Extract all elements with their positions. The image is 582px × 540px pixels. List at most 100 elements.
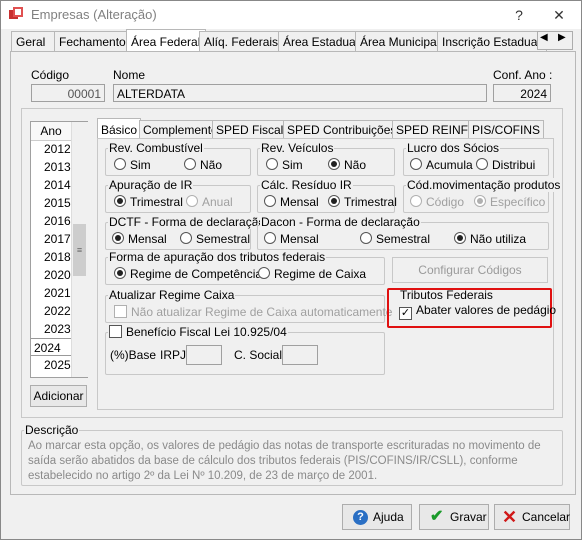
nome-value: ALTERDATA [117, 87, 186, 101]
codigo-label: Código [31, 68, 70, 82]
tab-inscricao-estadual[interactable]: Inscrição Estadual S [437, 31, 547, 52]
subtab-complemento[interactable]: Complemento [139, 120, 218, 139]
tributos-federais-group: Tributos Federais ✓ Abater valores de ped… [387, 288, 556, 328]
apuracao-ir-trimestral[interactable]: Trimestral [114, 195, 183, 209]
abater-pedagio-checkbox[interactable]: ✓ Abater valores de pedágio [399, 303, 556, 320]
tab-area-estadual[interactable]: Área Estadual [278, 31, 358, 52]
dacon-group: Dacon - Forma de declaração Mensal Semes… [257, 215, 549, 250]
radio-label: Mensal [128, 232, 167, 246]
subtab-pis-cofins[interactable]: PIS/COFINS [468, 120, 544, 139]
subtab-label: PIS/COFINS [472, 123, 541, 137]
subtab-sped-contribuicoes[interactable]: SPED Contribuições [283, 120, 397, 139]
conf-ano-field: 2024 [493, 84, 551, 102]
calc-residuo-ir-label: Cálc. Resíduo IR [260, 178, 353, 192]
dacon-mensal[interactable]: Mensal [264, 232, 319, 246]
lucro-socios-acumula[interactable]: Acumula [410, 158, 473, 172]
tab-scroll-right-icon[interactable]: ▶ [558, 32, 566, 43]
tab-area-municipal[interactable]: Área Municipal [355, 31, 440, 52]
ajuda-button[interactable]: ? Ajuda [342, 504, 412, 530]
rev-veiculos-sim[interactable]: Sim [266, 158, 303, 172]
subtab-sped-reinf[interactable]: SPED REINF [392, 120, 469, 139]
sub-tabs: Básico Complemento SPED Fiscal SPED Cont… [97, 118, 547, 139]
rev-combustivel-label: Rev. Combustível [108, 141, 204, 155]
gravar-label: Gravar [450, 510, 487, 524]
cancelar-label: Cancelar [522, 510, 571, 524]
forma-apuracao-competencia[interactable]: Regime de Competência [114, 267, 262, 281]
gravar-button[interactable]: ✔ Gravar [419, 504, 489, 530]
tab-aliq-federais[interactable]: Alíq. Federais [199, 31, 280, 52]
radio-selected-icon [454, 232, 466, 244]
checkbox-label: Abater valores de pedágio [416, 303, 557, 317]
configurar-codigos-button[interactable]: Configurar Códigos [392, 257, 548, 283]
year-row-2025[interactable]: 2025 [31, 356, 71, 374]
radio-icon [184, 158, 196, 170]
radio-icon [258, 267, 270, 279]
subtab-sped-fiscal[interactable]: SPED Fiscal [212, 120, 284, 139]
radio-label: Acumula [426, 158, 473, 172]
scrollbar-thumb[interactable]: ≡ [73, 224, 86, 276]
year-row-2016[interactable]: 2016 [31, 212, 71, 230]
radio-label: Não [200, 158, 223, 172]
year-row-2021[interactable]: 2021 [31, 284, 71, 302]
radio-label: Código [426, 195, 465, 209]
tab-geral[interactable]: Geral [11, 31, 55, 52]
rev-veiculos-nao[interactable]: Não [328, 158, 366, 172]
irpj-field [186, 345, 222, 365]
adicionar-button[interactable]: Adicionar [30, 385, 87, 407]
tab-label: Área Federal [131, 35, 201, 49]
calc-residuo-ir-trimestral[interactable]: Trimestral [328, 195, 397, 209]
subtab-label: SPED REINF [396, 123, 469, 137]
codigo-value: 00001 [67, 87, 101, 101]
year-row-2018[interactable]: 2018 [31, 248, 71, 266]
year-row-2020[interactable]: 2020 [31, 266, 71, 284]
nao-atualizar-regime-checkbox: Não atualizar Regime de Caixa automatica… [114, 305, 392, 319]
dctf-semestral[interactable]: Semestral [180, 232, 250, 246]
year-row-2022[interactable]: 2022 [31, 302, 71, 320]
tab-scroll-left-icon[interactable]: ◀ [540, 32, 548, 43]
dctf-mensal[interactable]: Mensal [112, 232, 167, 246]
dacon-nao-utiliza[interactable]: Não utiliza [454, 232, 526, 246]
radio-label: Mensal [280, 195, 319, 209]
year-list-scrollbar[interactable]: ≡ [71, 122, 88, 377]
year-row-2017[interactable]: 2017 [31, 230, 71, 248]
forma-apuracao-caixa[interactable]: Regime de Caixa [258, 267, 366, 281]
dacon-semestral[interactable]: Semestral [360, 232, 430, 246]
checkbox-label: Não atualizar Regime de Caixa automatica… [131, 305, 393, 319]
subtab-basico[interactable]: Básico [97, 118, 141, 139]
radio-selected-icon [328, 195, 340, 207]
radio-selected-icon [328, 158, 340, 170]
help-icon[interactable]: ? [505, 5, 533, 25]
subtab-label: SPED Contribuições [287, 123, 397, 137]
beneficio-fiscal-checkbox[interactable]: Benefício Fiscal Lei 10.925/04 [108, 325, 288, 339]
csocial-label: C. Social [234, 348, 283, 362]
year-list-header: Ano [31, 122, 71, 141]
calc-residuo-ir-mensal[interactable]: Mensal [264, 195, 319, 209]
year-row-2013[interactable]: 2013 [31, 158, 71, 176]
year-row-2012[interactable]: 2012 [31, 140, 71, 158]
rev-veiculos-group: Rev. Veículos Sim Não [257, 141, 395, 176]
year-row-2023[interactable]: 2023 [31, 320, 71, 338]
year-row-2024-selected[interactable]: 2024 [31, 338, 71, 356]
atualizar-regime-label: Atualizar Regime Caixa [108, 288, 236, 302]
cancelar-button[interactable]: ✕ Cancelar [494, 504, 570, 530]
year-row-2015[interactable]: 2015 [31, 194, 71, 212]
close-icon[interactable]: ✕ [545, 5, 573, 25]
radio-icon [264, 232, 276, 244]
subtab-label: SPED Fiscal [216, 123, 284, 137]
tab-area-federal[interactable]: Área Federal [126, 29, 206, 52]
radio-selected-icon [114, 195, 126, 207]
radio-icon [186, 195, 198, 207]
lucro-socios-distribui[interactable]: Distribui [476, 158, 535, 172]
rev-combustivel-sim[interactable]: Sim [114, 158, 151, 172]
radio-label: Não [344, 158, 367, 172]
atualizar-regime-group: Atualizar Regime Caixa Não atualizar Reg… [105, 288, 392, 323]
radio-selected-icon [112, 232, 124, 244]
tab-fechamento[interactable]: Fechamento [54, 31, 130, 52]
rev-combustivel-group: Rev. Combustível Sim Não [105, 141, 251, 176]
year-list[interactable]: Ano 2012 2013 2014 2015 2016 2017 2018 2… [30, 121, 88, 378]
subtab-label: Básico [101, 123, 138, 137]
year-row-2014[interactable]: 2014 [31, 176, 71, 194]
radio-icon [410, 195, 422, 207]
tab-label: Área Estadual [283, 35, 359, 49]
rev-combustivel-nao[interactable]: Não [184, 158, 222, 172]
